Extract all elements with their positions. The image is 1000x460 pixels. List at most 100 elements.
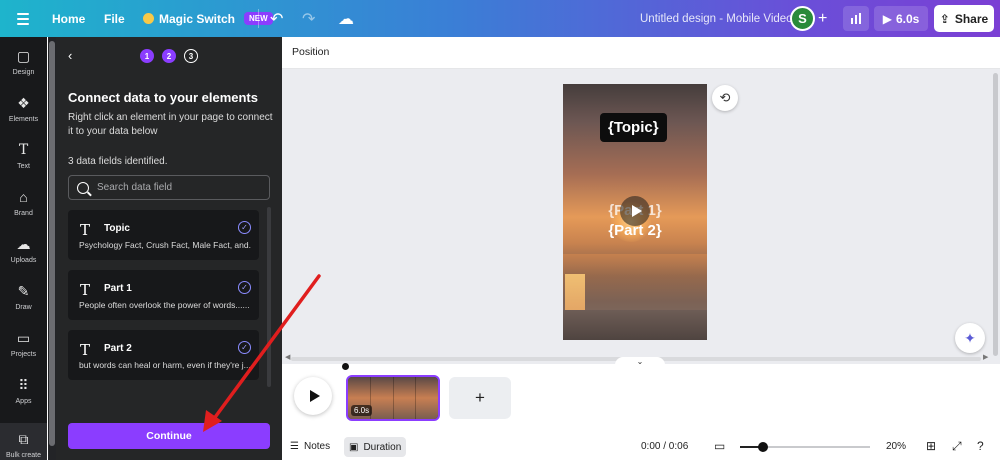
scroll-right-icon[interactable]: ▶: [983, 353, 988, 361]
duration-label: Duration: [363, 441, 402, 453]
menu-icon[interactable]: [14, 0, 32, 37]
text-field-icon: T: [80, 341, 91, 359]
help-icon[interactable]: ?: [977, 432, 984, 460]
zoom-value[interactable]: 20%: [886, 432, 906, 460]
apps-icon: ⠿: [18, 376, 29, 393]
file-menu[interactable]: File: [104, 0, 125, 37]
check-icon: ✓: [238, 281, 251, 294]
fullscreen-icon[interactable]: ⤢: [952, 432, 962, 460]
clip-frame: [393, 377, 417, 419]
grid-view-icon[interactable]: ⊞: [926, 432, 936, 460]
rail-item-elements[interactable]: ❖ Elements: [0, 94, 47, 124]
field-name: Topic: [104, 223, 130, 234]
insights-icon[interactable]: [843, 6, 869, 31]
draw-icon: ✎: [17, 282, 30, 299]
rail-label: Projects: [10, 351, 37, 358]
field-name: Part 2: [104, 343, 132, 354]
rail-item-text[interactable]: T Text: [0, 141, 47, 170]
rail-label: Draw: [15, 304, 32, 311]
rail-scrollbar[interactable]: [48, 37, 56, 460]
search-field[interactable]: [68, 175, 270, 200]
add-page-button[interactable]: +: [449, 377, 511, 419]
bulk-create-icon: ⧉: [18, 430, 29, 447]
duration-button[interactable]: ▣ Duration: [344, 437, 407, 457]
field-value: People often overlook the power of words…: [79, 300, 250, 310]
text-icon: T: [18, 142, 29, 158]
vertical-scrollbar[interactable]: [991, 69, 1000, 364]
notes-label: Notes: [303, 440, 331, 452]
text-field-icon: T: [80, 221, 91, 239]
add-collaborator-icon[interactable]: +: [818, 0, 827, 37]
crown-icon: [143, 13, 154, 24]
magic-switch-button[interactable]: Magic Switch NEW: [143, 0, 273, 37]
video-play-icon[interactable]: [620, 196, 650, 226]
panel-scrollbar[interactable]: [267, 207, 271, 387]
notes-icon: ☰: [290, 440, 299, 452]
left-rail: ▢ Design ❖ Elements T Text ⌂ Brand ☁ Upl…: [0, 37, 47, 460]
field-name: Part 1: [104, 283, 132, 294]
rail-label: Uploads: [10, 257, 37, 264]
topic-text-element[interactable]: {Topic}: [600, 113, 667, 142]
playhead[interactable]: [342, 363, 349, 370]
play-duration: 6.0s: [895, 11, 920, 26]
text-field-icon: T: [80, 281, 91, 299]
share-icon: ⇪: [939, 11, 950, 26]
magic-sparkle-icon[interactable]: ✦: [955, 323, 985, 353]
field-value: Psychology Fact, Crush Fact, Male Fact, …: [79, 240, 251, 250]
redo-icon[interactable]: ↷: [302, 0, 315, 37]
undo-icon[interactable]: ↶: [270, 0, 283, 37]
time-readout: 0:00 / 0:06: [641, 440, 689, 452]
video-page[interactable]: {Topic} {Part 1} {Part 2}: [563, 84, 707, 340]
refresh-comment-icon[interactable]: ⟲: [712, 85, 738, 111]
rail-label: Design: [12, 69, 35, 76]
rail-label: Bulk create: [5, 452, 42, 459]
rail-label: Text: [17, 163, 30, 170]
step-3: 3: [184, 49, 198, 63]
cloud-save-icon[interactable]: ☁: [338, 0, 354, 37]
search-icon: [77, 181, 89, 194]
panel-title: Connect data to your elements: [68, 90, 258, 105]
rail-label: Elements: [8, 116, 39, 123]
scroll-left-icon[interactable]: ◀: [285, 353, 290, 361]
brand-icon: ⌂: [19, 189, 28, 205]
share-button[interactable]: ⇪ Share: [934, 5, 994, 32]
data-field-card-part-1[interactable]: T Part 1 ✓ People often overlook the pow…: [68, 270, 259, 320]
timeline-clip[interactable]: 6.0s: [346, 375, 440, 421]
rail-item-design[interactable]: ▢ Design: [0, 47, 47, 77]
document-title[interactable]: Untitled design - Mobile Video: [640, 0, 793, 37]
search-input[interactable]: [97, 182, 262, 193]
rail-item-apps[interactable]: ⠿ Apps: [0, 376, 47, 406]
context-toolbar: Position: [282, 37, 1000, 69]
rail-item-projects[interactable]: ▭ Projects: [0, 329, 47, 359]
step-2: 2: [162, 49, 176, 63]
check-icon: ✓: [238, 221, 251, 234]
panel-description: Right click an element in your page to c…: [68, 112, 273, 137]
projects-icon: ▭: [16, 329, 31, 346]
step-1: 1: [140, 49, 154, 63]
play-preview-button[interactable]: ▶ 6.0s: [874, 6, 928, 31]
position-button[interactable]: Position: [292, 46, 329, 58]
check-icon: ✓: [238, 341, 251, 354]
home-link[interactable]: Home: [52, 0, 85, 37]
data-field-card-part-2[interactable]: T Part 2 ✓ but words can heal or harm, e…: [68, 330, 259, 380]
notes-button[interactable]: ☰ Notes: [290, 432, 330, 460]
bulk-create-panel: ‹ 1 2 3 Connect data to your elements Ri…: [56, 37, 282, 460]
timeline-play-button[interactable]: [294, 377, 332, 415]
clip-frame: [370, 377, 394, 419]
continue-button[interactable]: Continue: [68, 423, 270, 449]
uploads-icon: ☁: [16, 235, 31, 252]
top-bar: Home File Magic Switch NEW ↶ ↷ ☁ Untitle…: [0, 0, 1000, 37]
collapse-timeline-icon[interactable]: ⌄: [615, 357, 665, 367]
rail-item-bulk-create[interactable]: ⧉ Bulk create: [0, 423, 47, 460]
beach-image: [563, 310, 707, 340]
data-field-card-topic[interactable]: T Topic ✓ Psychology Fact, Crush Fact, M…: [68, 210, 259, 260]
play-icon: ▶: [882, 11, 892, 26]
rail-item-brand[interactable]: ⌂ Brand: [0, 188, 47, 217]
elements-icon: ❖: [17, 94, 30, 111]
clip-duration: 6.0s: [351, 405, 373, 416]
back-chevron-icon[interactable]: ‹: [68, 48, 82, 63]
rail-item-uploads[interactable]: ☁ Uploads: [0, 235, 47, 265]
rail-item-draw[interactable]: ✎ Draw: [0, 282, 47, 312]
screen-size-icon[interactable]: ▭: [714, 432, 725, 460]
avatar[interactable]: S: [790, 6, 815, 31]
